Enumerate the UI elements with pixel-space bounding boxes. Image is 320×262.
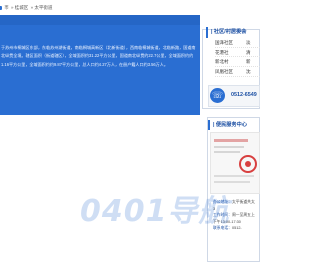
community-link[interactable]: 凤凰社区 xyxy=(215,67,246,76)
list-item: 新北村 新 xyxy=(215,57,260,68)
community-link[interactable]: 国泽社区 xyxy=(215,38,246,47)
breadcrumb-item-0[interactable]: 币 xyxy=(4,5,9,10)
stamp-image xyxy=(239,155,257,173)
breadcrumb: 币 » 桂城区 » 太平街道 xyxy=(0,3,200,13)
list-item: 国泽社区 淡 xyxy=(215,38,260,48)
service-title: | 便民服务中心 xyxy=(208,120,260,130)
community-link[interactable]: 沈 xyxy=(246,67,260,76)
breadcrumb-item-1[interactable]: » 桂城区 xyxy=(11,5,28,10)
home-icon[interactable] xyxy=(0,5,2,10)
community-link[interactable]: 淡 xyxy=(246,38,260,47)
intro-text: 于苏州市桐城区东部，东临苏州湖街道，南临桐城高新区（北新街道），西南临桐城街道，… xyxy=(1,45,196,67)
community-link[interactable]: 花港社 xyxy=(215,48,246,57)
community-title: | 社区/村居委会 xyxy=(206,27,260,38)
list-item: 凤凰社区 沈 xyxy=(215,67,260,77)
service-document-image xyxy=(210,132,260,194)
intro-panel: 于苏州市桐城区东部，东临苏州湖街道，南临桐城高新区（北新街道），西南临桐城街道，… xyxy=(0,15,200,115)
breadcrumb-item-2[interactable]: » 太平街道 xyxy=(31,5,53,10)
community-list: 国泽社区 淡 花港社 清 新北村 新 凤凰社区 沈 xyxy=(215,38,260,77)
intro-title-bar xyxy=(0,15,200,25)
error-watermark: 0401导航 xyxy=(80,194,230,229)
phone-number: 0512-6549 xyxy=(231,92,257,98)
list-item: 花港社 清 xyxy=(215,48,260,58)
community-link[interactable]: 新北村 xyxy=(215,57,246,66)
phone-icon: ☏ xyxy=(210,88,225,103)
community-link[interactable]: 新 xyxy=(246,57,260,66)
community-link[interactable]: 清 xyxy=(246,48,260,57)
